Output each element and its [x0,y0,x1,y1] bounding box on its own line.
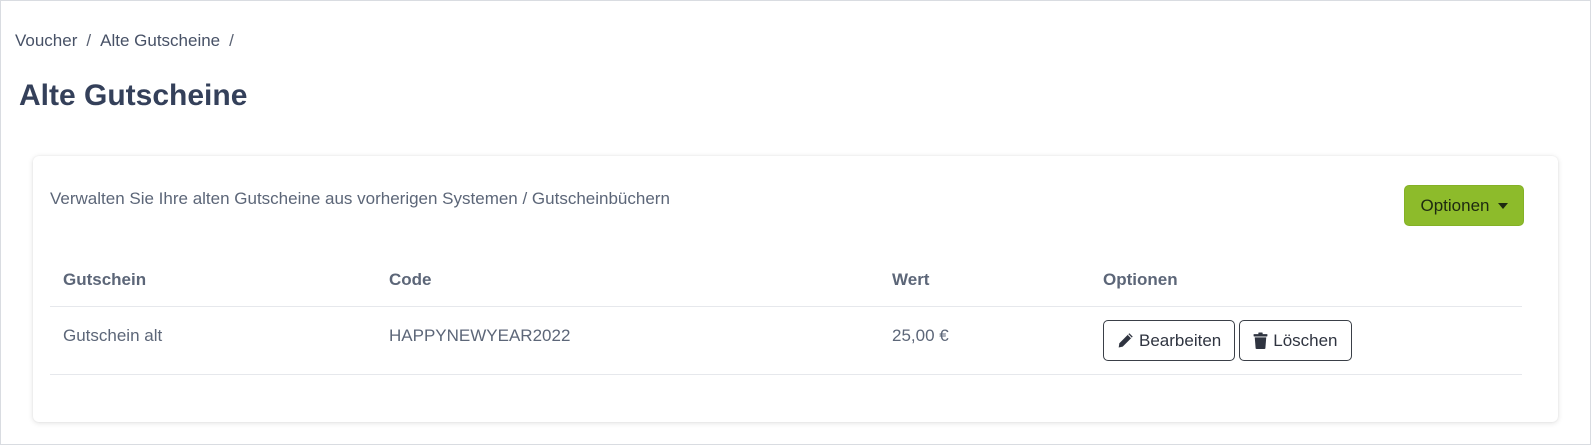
cell-voucher-code: HAPPYNEWYEAR2022 [389,326,571,345]
column-header-code: Code [389,270,432,289]
cell-voucher-value: 25,00 € [892,326,949,345]
vouchers-table: Gutschein Code Wert Optionen Gutschein a… [50,251,1522,375]
cell-voucher-name: Gutschein alt [63,326,163,345]
column-header-gutschein: Gutschein [63,270,147,289]
caret-down-icon [1497,203,1508,209]
page-frame: Voucher / Alte Gutscheine / Alte Gutsche… [0,0,1591,445]
breadcrumb: Voucher / Alte Gutscheine / [15,31,234,51]
breadcrumb-item-alte-gutscheine[interactable]: Alte Gutscheine [100,31,220,51]
edit-button[interactable]: Bearbeiten [1103,320,1236,361]
edit-button-label: Bearbeiten [1139,330,1222,350]
trash-icon [1253,332,1268,349]
vouchers-card: Verwalten Sie Ihre alten Gutscheine aus … [33,156,1558,422]
delete-button[interactable]: Löschen [1239,320,1352,361]
breadcrumb-item-voucher[interactable]: Voucher [15,31,77,51]
options-button-label: Optionen [1420,195,1490,215]
page-title: Alte Gutscheine [19,79,248,112]
column-header-wert: Wert [892,270,930,289]
breadcrumb-separator: / [229,31,234,50]
delete-button-label: Löschen [1273,330,1338,350]
row-actions: Bearbeiten Löschen [1103,320,1352,361]
table-header: Gutschein Code Wert Optionen [50,251,1522,307]
pencil-icon [1117,332,1134,349]
breadcrumb-separator: / [86,31,92,50]
options-dropdown-button[interactable]: Optionen [1404,185,1524,226]
card-description: Verwalten Sie Ihre alten Gutscheine aus … [50,189,670,208]
table-row: Gutschein alt HAPPYNEWYEAR2022 25,00 € B… [50,307,1522,375]
column-header-optionen: Optionen [1103,270,1178,289]
